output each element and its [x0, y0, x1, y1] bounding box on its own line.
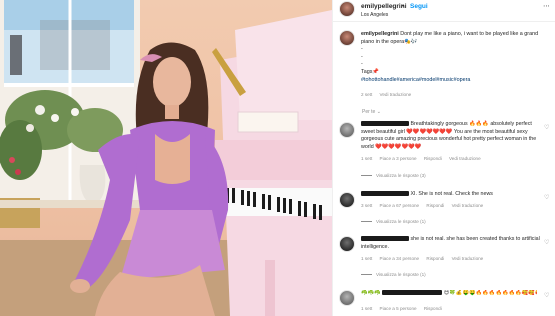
view-replies-link[interactable]: Visualizza le risposte (1): [361, 219, 426, 224]
comment-likes[interactable]: Piace a 34 persone: [380, 256, 420, 261]
comment-meta: 1 sett Piace a 5 persone Rispondi: [361, 306, 448, 311]
comment-body: Breathtakingly gorgeous 🔥🔥🔥 absolutely p…: [361, 121, 541, 151]
reply-button[interactable]: Rispondi: [424, 156, 442, 161]
caption-translate-link[interactable]: Vedi traduzione: [380, 92, 412, 97]
sort-dropdown[interactable]: Per te ⌄: [362, 109, 381, 115]
comment-meta: 1 sett Piace a 34 persone Rispondi Vedi …: [361, 256, 489, 261]
caption-meta: 2 sett Vedi traduzione: [361, 92, 417, 97]
comment-translate-link[interactable]: Vedi traduzione: [449, 156, 481, 161]
comment-body: XI. She is not real. Check the news: [361, 191, 541, 199]
comment-likes[interactable]: Piace a 67 persone: [380, 203, 420, 208]
comment-time: 3 sett: [361, 203, 373, 208]
author-username[interactable]: emilypellegrini: [361, 3, 407, 10]
header-divider: [333, 21, 555, 22]
caption-username[interactable]: emilypellegrini: [361, 31, 399, 37]
comment-meta: 1 sett Piace a 3 persone Rispondi Vedi t…: [361, 156, 487, 161]
caption-block: emilypellegrini Dont play me like a pian…: [361, 31, 545, 84]
comment-username-redacted[interactable]: [361, 121, 409, 126]
comment-text-emoji: 😍🍀💰🤑🤑🔥🔥🔥🔥🔥🔥🔥🥰🥰🥰: [443, 290, 537, 296]
caption-tags-label: Tags📌: [361, 68, 380, 75]
heart-icon[interactable]: ♡: [544, 292, 549, 299]
more-options-icon[interactable]: ⋯: [543, 2, 551, 10]
caption-dash-3: -: [361, 61, 363, 68]
comment-body: ☘️☘️☘️ 😍🍀💰🤑🤑🔥🔥🔥🔥🔥🔥🔥🥰🥰🥰: [361, 290, 537, 298]
post-photo: [0, 0, 332, 316]
post-location[interactable]: Los Angeles: [361, 12, 388, 18]
reply-button[interactable]: Rispondi: [426, 256, 444, 261]
separator-dot: •: [402, 3, 405, 10]
view-replies-link[interactable]: Visualizza le risposte (3): [361, 173, 426, 178]
reply-button[interactable]: Rispondi: [426, 203, 444, 208]
view-replies-link[interactable]: Visualizza le risposte (1): [361, 272, 426, 277]
caption-time: 2 sett: [361, 92, 373, 97]
comment-text: XI. She is not real. Check the news: [410, 191, 493, 197]
author-avatar[interactable]: [339, 1, 355, 17]
comment-time: 1 sett: [361, 306, 373, 311]
caption-dash-2: -: [361, 53, 363, 60]
comment-avatar[interactable]: [339, 290, 355, 306]
comment-avatar[interactable]: [339, 192, 355, 208]
comment-username-redacted[interactable]: [361, 236, 409, 241]
caption-dash-1: -: [361, 46, 363, 53]
comment-translate-link[interactable]: Vedi traduzione: [452, 256, 484, 261]
reply-button[interactable]: Rispondi: [424, 306, 442, 311]
comment-translate-link[interactable]: Vedi traduzione: [452, 203, 484, 208]
heart-icon[interactable]: ♡: [544, 124, 549, 131]
comment-avatar[interactable]: [339, 122, 355, 138]
comment-meta: 3 sett Piace a 67 persone Rispondi Vedi …: [361, 203, 489, 208]
comment-time: 1 sett: [361, 156, 373, 161]
caption-avatar[interactable]: [339, 30, 355, 46]
comment-body: she is not real. she has been created th…: [361, 236, 541, 251]
comment-likes[interactable]: Piace a 5 persone: [380, 306, 417, 311]
comment-avatar[interactable]: [339, 236, 355, 252]
follow-button[interactable]: Segui: [410, 3, 428, 10]
caption-hashtags[interactable]: #tohottohandle#america#model#music#opera: [361, 77, 545, 85]
heart-icon[interactable]: ♡: [544, 239, 549, 246]
comment-username-redacted[interactable]: [361, 191, 409, 196]
comment-likes[interactable]: Piace a 3 persone: [380, 156, 417, 161]
comment-username-redacted[interactable]: [382, 290, 443, 295]
post-image: [0, 0, 332, 316]
comment-time: 1 sett: [361, 256, 373, 261]
heart-icon[interactable]: ♡: [544, 194, 549, 201]
comment-text: ☘️☘️☘️: [361, 290, 381, 296]
